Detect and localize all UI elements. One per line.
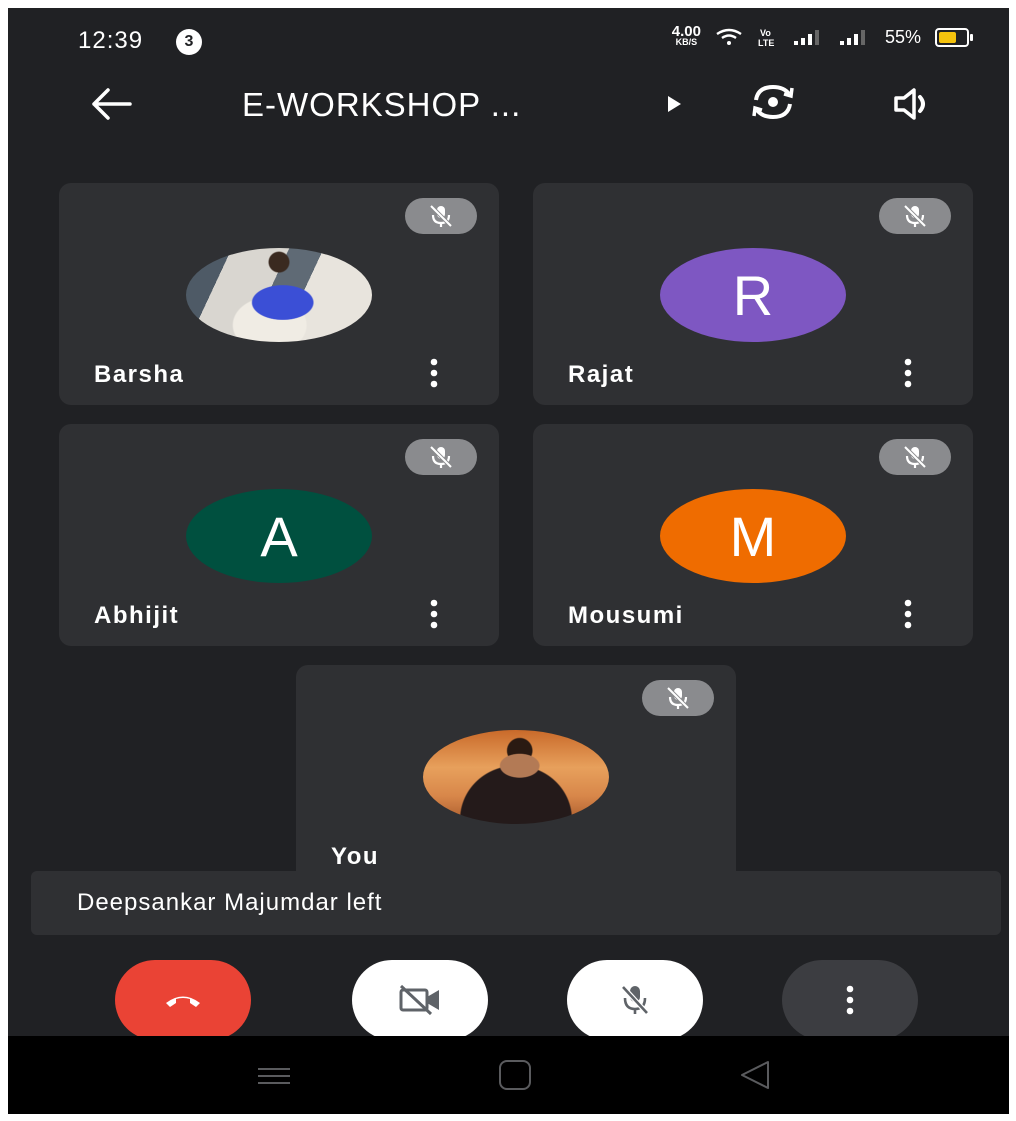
mic-muted-badge xyxy=(405,439,477,475)
camera-toggle-button[interactable] xyxy=(352,960,488,1040)
camera-off-icon xyxy=(399,984,439,1016)
more-vertical-icon[interactable] xyxy=(901,358,915,388)
participant-avatar-photo xyxy=(423,730,609,824)
notification-count-badge: 3 xyxy=(176,29,202,55)
network-speed-value: 4.00 xyxy=(671,23,701,40)
participant-avatar-initial: A xyxy=(186,489,372,583)
svg-text:LTE: LTE xyxy=(758,38,774,48)
mic-toggle-button[interactable] xyxy=(567,960,703,1040)
end-call-button[interactable] xyxy=(115,960,251,1040)
mic-off-icon xyxy=(666,686,690,710)
participant-left-toast: Deepsankar Majumdar left xyxy=(31,871,1001,935)
volte-icon: Vo LTE xyxy=(758,28,774,48)
more-vertical-icon[interactable] xyxy=(901,599,915,629)
phone-hangup-icon xyxy=(166,996,200,1007)
back-triangle-icon[interactable] xyxy=(738,1058,772,1092)
svg-text:Vo: Vo xyxy=(760,28,771,38)
battery-percent: 55% xyxy=(884,26,921,47)
more-vertical-icon[interactable] xyxy=(427,599,441,629)
network-speed-unit: KB/S xyxy=(675,37,698,47)
menu-lines-icon[interactable] xyxy=(256,1066,292,1086)
call-header: E-WORKSHOP ... xyxy=(8,68,1009,148)
mic-off-icon xyxy=(903,204,927,228)
participant-avatar-photo xyxy=(186,248,372,342)
status-icons: 4.00 KB/S Vo LTE 55% xyxy=(671,23,973,48)
status-time: 12:39 xyxy=(78,27,144,54)
participant-name: Mousumi xyxy=(568,602,684,629)
arrow-left-icon[interactable] xyxy=(86,84,136,124)
participant-tile-rajat[interactable]: R Rajat xyxy=(533,183,973,405)
mic-muted-badge xyxy=(879,198,951,234)
system-nav-bar xyxy=(8,1036,1009,1114)
more-options-button[interactable] xyxy=(782,960,918,1040)
mic-muted-badge xyxy=(642,680,714,716)
participant-name: Barsha xyxy=(94,361,185,388)
wifi-icon xyxy=(716,28,742,45)
battery-icon xyxy=(935,27,973,47)
home-square-icon[interactable] xyxy=(499,1060,531,1090)
toast-message: Deepsankar Majumdar left xyxy=(77,889,383,916)
signal-icon xyxy=(793,30,819,45)
phone-screen: 12:39 3 4.00 KB/S Vo LTE 55% E-WORKSHOP … xyxy=(8,8,1009,1114)
participant-name: Abhijit xyxy=(94,602,180,629)
mic-muted-badge xyxy=(405,198,477,234)
network-speed: 4.00 KB/S xyxy=(671,23,701,47)
participant-name: You xyxy=(331,843,380,870)
speaker-icon[interactable] xyxy=(888,84,938,124)
participant-tile-you[interactable]: You xyxy=(296,665,736,875)
participant-name: Rajat xyxy=(568,361,635,388)
caret-right-icon[interactable] xyxy=(668,96,681,112)
more-vertical-icon[interactable] xyxy=(427,358,441,388)
more-vertical-icon xyxy=(846,985,854,1015)
mic-off-icon xyxy=(429,204,453,228)
participant-tile-abhijit[interactable]: A Abhijit xyxy=(59,424,499,646)
participant-avatar-initial: M xyxy=(660,489,846,583)
meeting-title[interactable]: E-WORKSHOP ... xyxy=(242,86,521,124)
mic-off-icon xyxy=(429,445,453,469)
status-bar: 12:39 3 4.00 KB/S Vo LTE 55% xyxy=(8,8,1009,68)
signal-icon-2 xyxy=(839,30,865,45)
mic-off-icon xyxy=(621,985,649,1015)
participant-tile-mousumi[interactable]: M Mousumi xyxy=(533,424,973,646)
participant-avatar-initial: R xyxy=(660,248,846,342)
mic-off-icon xyxy=(903,445,927,469)
switch-camera-icon[interactable] xyxy=(748,82,798,122)
participant-tile-barsha[interactable]: Barsha xyxy=(59,183,499,405)
mic-muted-badge xyxy=(879,439,951,475)
